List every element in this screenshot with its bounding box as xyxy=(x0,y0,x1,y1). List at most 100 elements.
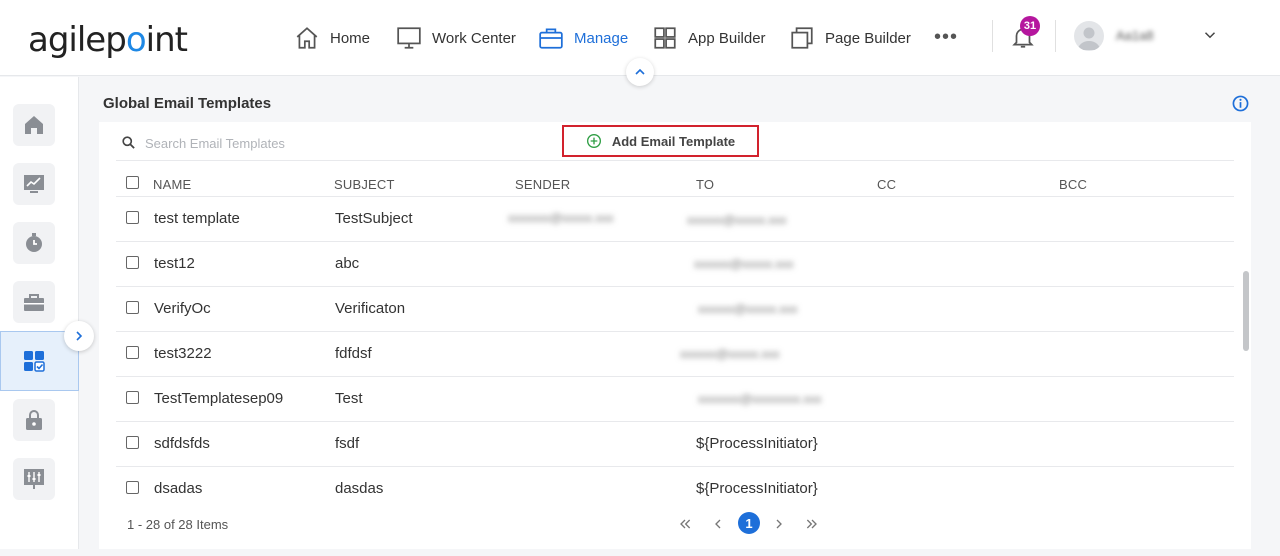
table-row-to: xxxxxx@xxxxx.xxx xyxy=(680,347,780,361)
nav-app-builder[interactable]: App Builder xyxy=(652,24,766,52)
column-header-name[interactable]: NAME xyxy=(153,177,191,192)
row-divider xyxy=(116,376,1234,377)
add-email-template-button[interactable]: Add Email Template xyxy=(562,125,759,157)
sidebar-item-settings[interactable] xyxy=(13,458,55,500)
expand-sidebar-button[interactable] xyxy=(64,321,94,351)
table-row-sender: xxxxxxx@xxxxx.xxx xyxy=(508,211,614,225)
row-checkbox[interactable] xyxy=(126,346,139,359)
select-all-checkbox[interactable] xyxy=(126,176,139,189)
row-checkbox[interactable] xyxy=(126,391,139,404)
column-header-bcc[interactable]: BCC xyxy=(1059,177,1087,192)
table-row-to: xxxxxx@xxxxx.xxx xyxy=(694,257,794,271)
add-circle-icon xyxy=(586,134,601,148)
next-page-button[interactable] xyxy=(769,514,789,534)
sliders-monitor-icon xyxy=(24,469,44,489)
divider xyxy=(116,196,1234,197)
table-row-name[interactable]: sdfdsfds xyxy=(154,435,210,452)
row-checkbox[interactable] xyxy=(126,481,139,494)
divider xyxy=(116,160,1234,161)
briefcase-icon xyxy=(539,28,563,49)
left-sidebar xyxy=(0,77,79,549)
row-divider xyxy=(116,241,1234,242)
sidebar-item-timer[interactable] xyxy=(13,222,55,264)
search-icon xyxy=(122,136,135,149)
double-chevron-right-icon xyxy=(806,519,817,529)
last-page-button[interactable] xyxy=(802,514,822,534)
table-row-to: xxxxxx@xxxxx.xxx xyxy=(698,302,798,316)
nav-home-label: Home xyxy=(330,29,371,47)
info-icon[interactable] xyxy=(1232,95,1249,112)
table-row-name[interactable]: dsadas xyxy=(154,480,202,497)
row-divider xyxy=(116,421,1234,422)
home-icon xyxy=(296,27,318,49)
lock-icon xyxy=(26,410,42,430)
double-chevron-left-icon xyxy=(680,519,691,529)
table-row-to: ${ProcessInitiator} xyxy=(696,480,818,497)
sidebar-item-toolbox[interactable] xyxy=(13,281,55,323)
table-row-name[interactable]: test12 xyxy=(154,255,195,272)
chevron-left-icon xyxy=(715,519,721,529)
avatar[interactable] xyxy=(1074,21,1104,51)
pages-icon xyxy=(791,27,813,49)
add-email-template-label: Add Email Template xyxy=(611,133,736,149)
collapse-nav-button[interactable] xyxy=(626,58,654,86)
nav-work-center[interactable]: Work Center xyxy=(396,24,516,52)
grid-icon xyxy=(654,27,676,49)
home-icon xyxy=(25,116,43,134)
column-header-to[interactable]: TO xyxy=(696,177,714,192)
vertical-scrollbar[interactable] xyxy=(1243,271,1249,351)
table-row-name[interactable]: test3222 xyxy=(154,345,212,362)
row-divider xyxy=(116,286,1234,287)
agilepoint-logo[interactable]: agilepoint xyxy=(28,20,188,60)
table-row-name[interactable]: test template xyxy=(154,210,240,227)
chevron-up-icon xyxy=(635,68,645,75)
chevron-right-icon xyxy=(776,519,782,529)
nav-divider xyxy=(992,20,993,52)
row-divider xyxy=(116,466,1234,467)
column-header-sender[interactable]: SENDER xyxy=(515,177,570,192)
previous-page-button[interactable] xyxy=(708,514,728,534)
first-page-button[interactable] xyxy=(675,514,695,534)
table-row-subject: Verificaton xyxy=(335,300,406,317)
nav-home[interactable]: Home xyxy=(294,24,370,52)
table-row-subject: fsdf xyxy=(335,435,360,452)
sidebar-item-analytics[interactable] xyxy=(13,163,55,205)
nav-work-center-label: Work Center xyxy=(432,29,516,47)
row-checkbox[interactable] xyxy=(126,301,139,314)
stopwatch-icon xyxy=(26,233,42,252)
page-title: Global Email Templates xyxy=(103,95,272,112)
user-icon xyxy=(1078,27,1100,50)
chevron-right-icon xyxy=(76,331,83,341)
row-divider xyxy=(116,331,1234,332)
column-header-subject[interactable]: SUBJECT xyxy=(334,177,395,192)
dashboard-check-icon xyxy=(24,351,45,372)
nav-page-builder-label: Page Builder xyxy=(825,29,911,47)
current-page-button[interactable]: 1 xyxy=(738,512,760,534)
table-row-name[interactable]: TestTemplatesep09 xyxy=(154,390,283,407)
sidebar-item-home[interactable] xyxy=(13,104,55,146)
chevron-down-icon[interactable] xyxy=(1201,26,1219,44)
table-row-subject: Test xyxy=(335,390,363,407)
search-input[interactable] xyxy=(145,131,525,155)
column-header-cc[interactable]: CC xyxy=(877,177,896,192)
row-checkbox[interactable] xyxy=(126,211,139,224)
table-row-subject: dasdas xyxy=(335,480,384,497)
nav-divider-2 xyxy=(1055,20,1056,52)
nav-page-builder[interactable]: Page Builder xyxy=(789,24,911,52)
row-checkbox[interactable] xyxy=(126,436,139,449)
username: Aa1a8 xyxy=(1116,28,1154,43)
monitor-icon xyxy=(397,27,421,49)
table-row-to: xxxxxxx@xxxxxxxx.xxx xyxy=(698,392,822,406)
table-row-name[interactable]: VerifyOc xyxy=(154,300,211,317)
notification-badge: 31 xyxy=(1020,16,1040,36)
nav-manage[interactable]: Manage xyxy=(538,24,628,52)
nav-app-builder-label: App Builder xyxy=(688,29,766,47)
pager-info: 1 - 28 of 28 Items xyxy=(127,517,229,532)
more-menu-icon[interactable]: ••• xyxy=(934,26,958,49)
table-row-subject: abc xyxy=(335,255,360,272)
sidebar-item-manage[interactable] xyxy=(13,340,55,382)
chart-monitor-icon xyxy=(24,175,44,193)
sidebar-item-security[interactable] xyxy=(13,399,55,441)
row-checkbox[interactable] xyxy=(126,256,139,269)
toolbox-icon xyxy=(24,294,44,311)
